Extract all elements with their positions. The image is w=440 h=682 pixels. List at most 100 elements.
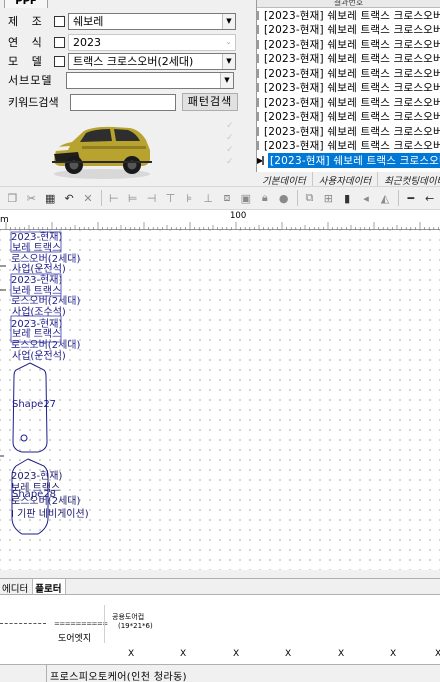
row-label: [2023-현재] 쉐보레 트랙스 크로스오버(2 [264, 111, 440, 124]
copy-icon[interactable]: ❐ [4, 189, 21, 207]
text-frame-outlines [10, 231, 62, 343]
list-item[interactable]: [2023-현재] 쉐보레 트랙스 크로스오버(2 [257, 110, 440, 125]
vehicle-search-panel: PPF 제 조 사 쉐보레 ▼ 연 식 2023 ⌄ 모 델 트랙스 크로스오버… [0, 0, 440, 186]
row-checkbox[interactable] [257, 68, 259, 78]
canvas-text-g2-4: I 기판 네비게이션) [11, 509, 89, 520]
car-image [52, 126, 152, 179]
align-center-icon[interactable]: ⊨ [124, 189, 141, 207]
same-size-icon[interactable]: ▣ [237, 189, 254, 207]
lock-icon[interactable]: 🔒︎ [256, 189, 273, 207]
data-source-tabs: 기본데이터 사용자데이터 최근컷팅데이터 [256, 172, 440, 186]
tab-editor[interactable]: 에디터 [0, 579, 34, 595]
row-checkbox[interactable] [257, 126, 259, 136]
canvas-text-g2-1: 2023-현재) [11, 471, 63, 482]
paste-icon[interactable]: ▦ [42, 189, 59, 207]
ungroup-icon[interactable]: ⊞ [320, 189, 337, 207]
delete-icon[interactable]: ✕ [80, 189, 97, 207]
result-list[interactable]: 결과번호 [2023-현재] 쉐보레 트랙스 크로스오버(2 [2023-현재] … [256, 0, 440, 172]
row-label: [2023-현재] 쉐보레 트랙스 크로스오버(2 [264, 67, 440, 80]
tab-basic-data[interactable]: 기본데이터 [256, 172, 313, 186]
row-label: [2023-현재] 쉐보레 트랙스 크로스오버(2 [268, 152, 440, 168]
list-item[interactable]: [2023-현재] 쉐보레 트랙스 크로스오버(2 [257, 124, 440, 139]
canvas-text-g2-3: 로스오버(2세대) [11, 496, 81, 507]
undo-icon[interactable]: ↶ [61, 189, 78, 207]
row-label: [2023-현재] 쉐보레 트랙스 크로스오버(2 [264, 38, 440, 51]
list-item[interactable]: [2023-현재] 쉐보레 트랙스 크로스오버(2 [257, 81, 440, 96]
row-label: [2023-현재] 쉐보레 트랙스 크로스오버(2 [264, 125, 440, 138]
group-icon[interactable]: ⧉ [301, 189, 318, 207]
zoom-out-icon[interactable]: ━ [402, 189, 419, 207]
list-item-selected[interactable]: ▶[2023-현재] 쉐보레 트랙스 크로스오버(2 [257, 152, 440, 168]
maker-label: 제 조 사 [8, 15, 71, 28]
distribute-icon[interactable]: ⧈ [219, 189, 236, 207]
ruler-ticks [5, 222, 439, 230]
row-checkbox[interactable] [257, 39, 259, 49]
model-label: 모 델 [8, 55, 47, 68]
maker-select[interactable]: 쉐보레 ▼ [68, 12, 236, 30]
align-middle-icon[interactable]: ⊧ [181, 189, 198, 207]
year-row: 연 식 2023 ⌄ [8, 33, 236, 51]
row-checkbox[interactable] [257, 10, 259, 20]
page-icon[interactable]: ▮ [339, 189, 356, 207]
align-right-icon[interactable]: ⊣ [143, 189, 160, 207]
door-edge-label: 도어엣지 [58, 634, 92, 644]
list-item[interactable]: [2023-현재] 쉐보레 트랙스 크로스오버(2 [257, 66, 440, 81]
row-label: [2023-현재] 쉐보레 트랙스 크로스오버(2 [264, 9, 440, 22]
arrow-left-icon[interactable]: ← [421, 189, 438, 207]
row-checkbox[interactable] [257, 25, 259, 35]
list-item[interactable]: [2023-현재] 쉐보레 트랙스 크로스오버(2 [257, 37, 440, 52]
maker-checkbox[interactable] [54, 15, 65, 27]
align-top-icon[interactable]: ⊤ [162, 189, 179, 207]
keyword-input[interactable] [70, 93, 176, 111]
list-item[interactable]: [2023-현재] 쉐보레 트랙스 크로스오버(2 [257, 8, 440, 23]
row-checkbox[interactable] [262, 155, 264, 165]
design-canvas[interactable]: 2023-현재) 보레 트랙스 로스오버(2세대) 사업(운전석) 2023-현재) 보레… [0, 230, 440, 570]
model-checkbox[interactable] [54, 55, 65, 67]
maker-value: 쉐보레 [73, 14, 104, 28]
row-checkbox[interactable] [257, 97, 259, 107]
align-left-icon[interactable]: ⊢ [105, 189, 122, 207]
chevron-down-icon[interactable]: ▼ [220, 72, 233, 88]
chevron-down-icon[interactable]: ⌄ [222, 34, 235, 50]
list-item[interactable]: [2023-현재] 쉐보레 트랙스 크로스오버(2 [257, 139, 440, 154]
chevron-down-icon[interactable]: ▼ [222, 53, 235, 69]
mirror-icon[interactable]: ◭ [377, 189, 394, 207]
faint-check-icons: ✓ ✓ ✓ ✓ [226, 121, 234, 167]
year-checkbox[interactable] [54, 36, 65, 48]
cut-icon[interactable]: ✂ [23, 189, 40, 207]
row-label: [2023-현재] 쉐보레 트랙스 크로스오버(2 [264, 53, 440, 66]
submodel-label: 서브모델 [8, 74, 53, 87]
row-checkbox[interactable] [257, 112, 259, 122]
list-item[interactable]: [2023-현재] 쉐보레 트랙스 크로스오버(2 [257, 23, 440, 38]
unlock-icon[interactable]: ● [275, 189, 292, 207]
x-mark: X [390, 649, 397, 659]
x-mark: X [233, 649, 240, 659]
year-select[interactable]: 2023 ⌄ [68, 33, 236, 51]
submodel-select[interactable]: ▼ [66, 71, 234, 89]
row-label: [2023-현재] 쉐보레 트랙스 크로스오버(2 [264, 24, 440, 37]
common-door-cup-size: (19*21*6) [118, 622, 153, 630]
tab-recent-cutting-data[interactable]: 최근컷팅데이터 [378, 172, 440, 186]
list-item[interactable]: [2023-현재] 쉐보레 트랙스 크로스오버(2 [257, 95, 440, 110]
x-mark: X [285, 649, 292, 659]
row-checkbox[interactable] [257, 54, 259, 64]
panel-tabs: 에디터 플로터 [0, 578, 440, 595]
align-bottom-icon[interactable]: ⊥ [200, 189, 217, 207]
horizontal-ruler: m 100 [0, 210, 440, 230]
row-label: [2023-현재] 쉐보레 트랙스 크로스오버(2 [264, 82, 440, 95]
model-select[interactable]: 트랙스 크로스오버(2세대) ▼ [68, 52, 236, 70]
model-row: 모 델 트랙스 크로스오버(2세대) ▼ [8, 52, 236, 70]
row-checkbox[interactable] [257, 141, 259, 151]
row-checkbox[interactable] [257, 83, 259, 93]
pattern-search-button[interactable]: 패턴검색 [182, 93, 238, 111]
equals-line: ========== [54, 620, 108, 628]
canvas-edge-marks [0, 265, 6, 457]
list-item[interactable]: [2023-현재] 쉐보레 트랙스 크로스오버(2 [257, 52, 440, 67]
tab-user-data[interactable]: 사용자데이터 [313, 172, 379, 186]
tab-ppf[interactable]: PPF [4, 0, 48, 8]
x-mark: X [435, 649, 440, 659]
chevron-down-icon[interactable]: ▼ [222, 13, 235, 29]
tab-plotter[interactable]: 플로터 [33, 579, 67, 595]
status-text: 프로스피오토케어(인천 청라동) [50, 672, 187, 682]
flip-icon[interactable]: ◂ [358, 189, 375, 207]
